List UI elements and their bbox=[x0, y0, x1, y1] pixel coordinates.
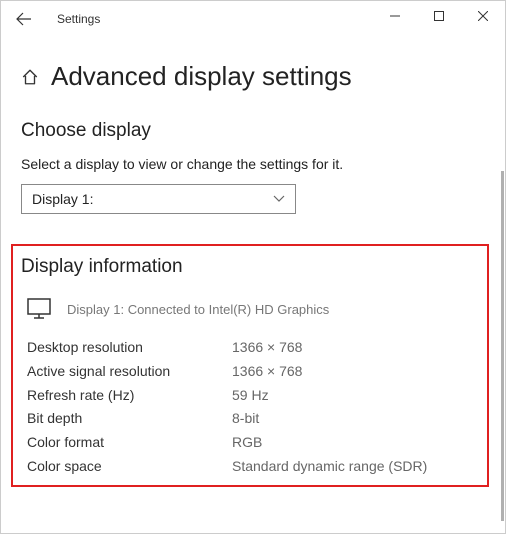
chevron-down-icon bbox=[273, 192, 285, 206]
display-information-heading: Display information bbox=[21, 256, 485, 278]
content-area: Advanced display settings Choose display… bbox=[1, 37, 505, 487]
back-button[interactable] bbox=[9, 4, 39, 34]
spec-row: Bit depth8-bit bbox=[27, 407, 485, 431]
titlebar: Settings bbox=[1, 1, 505, 37]
home-icon bbox=[21, 68, 39, 86]
connected-display-row: Display 1: Connected to Intel(R) HD Grap… bbox=[27, 298, 485, 320]
spec-label: Refresh rate (Hz) bbox=[27, 384, 232, 408]
minimize-icon bbox=[390, 11, 400, 21]
connected-display-text: Display 1: Connected to Intel(R) HD Grap… bbox=[67, 302, 329, 317]
display-information-section: Display information Display 1: Connected… bbox=[11, 244, 489, 487]
choose-display-heading: Choose display bbox=[21, 120, 485, 142]
maximize-button[interactable] bbox=[417, 1, 461, 31]
spec-label: Bit depth bbox=[27, 407, 232, 431]
spec-value: 1366 × 768 bbox=[232, 360, 302, 384]
spec-value: Standard dynamic range (SDR) bbox=[232, 455, 427, 479]
spec-row: Desktop resolution1366 × 768 bbox=[27, 336, 485, 360]
spec-value: RGB bbox=[232, 431, 262, 455]
page-title: Advanced display settings bbox=[51, 61, 352, 92]
choose-display-description: Select a display to view or change the s… bbox=[21, 156, 485, 172]
monitor-icon bbox=[27, 298, 51, 320]
window-controls bbox=[373, 1, 505, 31]
minimize-button[interactable] bbox=[373, 1, 417, 31]
display-select[interactable]: Display 1: bbox=[21, 184, 296, 214]
close-icon bbox=[478, 11, 488, 21]
spec-table: Desktop resolution1366 × 768Active signa… bbox=[27, 336, 485, 479]
maximize-icon bbox=[434, 11, 444, 21]
spec-row: Color formatRGB bbox=[27, 431, 485, 455]
spec-row: Color spaceStandard dynamic range (SDR) bbox=[27, 455, 485, 479]
choose-display-section: Choose display Select a display to view … bbox=[21, 120, 485, 214]
spec-value: 59 Hz bbox=[232, 384, 269, 408]
spec-value: 8-bit bbox=[232, 407, 259, 431]
spec-value: 1366 × 768 bbox=[232, 336, 302, 360]
window-title: Settings bbox=[57, 12, 100, 26]
display-select-value: Display 1: bbox=[32, 191, 93, 207]
close-button[interactable] bbox=[461, 1, 505, 31]
spec-row: Refresh rate (Hz)59 Hz bbox=[27, 384, 485, 408]
spec-label: Active signal resolution bbox=[27, 360, 232, 384]
page-header: Advanced display settings bbox=[21, 61, 485, 92]
spec-row: Active signal resolution1366 × 768 bbox=[27, 360, 485, 384]
spec-label: Desktop resolution bbox=[27, 336, 232, 360]
scrollbar[interactable] bbox=[501, 171, 504, 521]
spec-label: Color space bbox=[27, 455, 232, 479]
arrow-left-icon bbox=[16, 11, 32, 27]
spec-label: Color format bbox=[27, 431, 232, 455]
